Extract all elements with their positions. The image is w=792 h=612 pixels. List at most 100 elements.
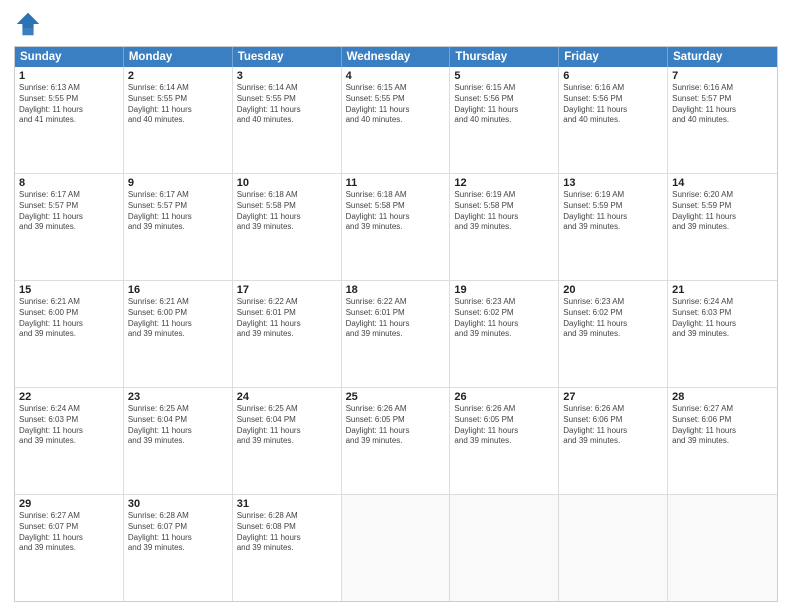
day-number: 29	[19, 498, 119, 510]
day-info: Sunrise: 6:26 AM Sunset: 6:06 PM Dayligh…	[563, 404, 663, 447]
day-info: Sunrise: 6:19 AM Sunset: 5:58 PM Dayligh…	[454, 190, 554, 233]
day-info: Sunrise: 6:17 AM Sunset: 5:57 PM Dayligh…	[128, 190, 228, 233]
empty-cell	[450, 495, 559, 601]
day-info: Sunrise: 6:22 AM Sunset: 6:01 PM Dayligh…	[346, 297, 446, 340]
day-number: 5	[454, 70, 554, 82]
day-number: 30	[128, 498, 228, 510]
day-number: 11	[346, 177, 446, 189]
day-number: 1	[19, 70, 119, 82]
day-number: 25	[346, 391, 446, 403]
day-number: 19	[454, 284, 554, 296]
day-number: 20	[563, 284, 663, 296]
calendar: SundayMondayTuesdayWednesdayThursdayFrid…	[14, 46, 778, 602]
weekday-header-monday: Monday	[124, 47, 233, 67]
day-number: 12	[454, 177, 554, 189]
day-cell-31: 31Sunrise: 6:28 AM Sunset: 6:08 PM Dayli…	[233, 495, 342, 601]
day-number: 23	[128, 391, 228, 403]
day-cell-4: 4Sunrise: 6:15 AM Sunset: 5:55 PM Daylig…	[342, 67, 451, 173]
day-number: 27	[563, 391, 663, 403]
day-info: Sunrise: 6:21 AM Sunset: 6:00 PM Dayligh…	[128, 297, 228, 340]
day-cell-18: 18Sunrise: 6:22 AM Sunset: 6:01 PM Dayli…	[342, 281, 451, 387]
day-number: 13	[563, 177, 663, 189]
day-cell-7: 7Sunrise: 6:16 AM Sunset: 5:57 PM Daylig…	[668, 67, 777, 173]
day-cell-9: 9Sunrise: 6:17 AM Sunset: 5:57 PM Daylig…	[124, 174, 233, 280]
day-cell-2: 2Sunrise: 6:14 AM Sunset: 5:55 PM Daylig…	[124, 67, 233, 173]
day-info: Sunrise: 6:23 AM Sunset: 6:02 PM Dayligh…	[563, 297, 663, 340]
day-info: Sunrise: 6:18 AM Sunset: 5:58 PM Dayligh…	[237, 190, 337, 233]
day-number: 22	[19, 391, 119, 403]
day-cell-3: 3Sunrise: 6:14 AM Sunset: 5:55 PM Daylig…	[233, 67, 342, 173]
day-info: Sunrise: 6:25 AM Sunset: 6:04 PM Dayligh…	[128, 404, 228, 447]
day-info: Sunrise: 6:14 AM Sunset: 5:55 PM Dayligh…	[237, 83, 337, 126]
day-cell-20: 20Sunrise: 6:23 AM Sunset: 6:02 PM Dayli…	[559, 281, 668, 387]
calendar-row-2: 8Sunrise: 6:17 AM Sunset: 5:57 PM Daylig…	[15, 173, 777, 280]
day-info: Sunrise: 6:15 AM Sunset: 5:55 PM Dayligh…	[346, 83, 446, 126]
day-cell-12: 12Sunrise: 6:19 AM Sunset: 5:58 PM Dayli…	[450, 174, 559, 280]
day-cell-14: 14Sunrise: 6:20 AM Sunset: 5:59 PM Dayli…	[668, 174, 777, 280]
day-cell-8: 8Sunrise: 6:17 AM Sunset: 5:57 PM Daylig…	[15, 174, 124, 280]
day-number: 3	[237, 70, 337, 82]
day-info: Sunrise: 6:17 AM Sunset: 5:57 PM Dayligh…	[19, 190, 119, 233]
day-info: Sunrise: 6:28 AM Sunset: 6:07 PM Dayligh…	[128, 511, 228, 554]
day-info: Sunrise: 6:27 AM Sunset: 6:07 PM Dayligh…	[19, 511, 119, 554]
day-cell-28: 28Sunrise: 6:27 AM Sunset: 6:06 PM Dayli…	[668, 388, 777, 494]
day-number: 24	[237, 391, 337, 403]
weekday-header-friday: Friday	[559, 47, 668, 67]
day-info: Sunrise: 6:23 AM Sunset: 6:02 PM Dayligh…	[454, 297, 554, 340]
day-info: Sunrise: 6:16 AM Sunset: 5:57 PM Dayligh…	[672, 83, 773, 126]
day-info: Sunrise: 6:20 AM Sunset: 5:59 PM Dayligh…	[672, 190, 773, 233]
day-info: Sunrise: 6:14 AM Sunset: 5:55 PM Dayligh…	[128, 83, 228, 126]
calendar-row-4: 22Sunrise: 6:24 AM Sunset: 6:03 PM Dayli…	[15, 387, 777, 494]
day-cell-30: 30Sunrise: 6:28 AM Sunset: 6:07 PM Dayli…	[124, 495, 233, 601]
day-number: 17	[237, 284, 337, 296]
day-info: Sunrise: 6:27 AM Sunset: 6:06 PM Dayligh…	[672, 404, 773, 447]
day-number: 4	[346, 70, 446, 82]
day-info: Sunrise: 6:24 AM Sunset: 6:03 PM Dayligh…	[672, 297, 773, 340]
day-number: 26	[454, 391, 554, 403]
day-number: 2	[128, 70, 228, 82]
day-cell-1: 1Sunrise: 6:13 AM Sunset: 5:55 PM Daylig…	[15, 67, 124, 173]
day-cell-17: 17Sunrise: 6:22 AM Sunset: 6:01 PM Dayli…	[233, 281, 342, 387]
day-cell-25: 25Sunrise: 6:26 AM Sunset: 6:05 PM Dayli…	[342, 388, 451, 494]
day-number: 21	[672, 284, 773, 296]
header	[14, 10, 778, 38]
weekday-header-tuesday: Tuesday	[233, 47, 342, 67]
empty-cell	[559, 495, 668, 601]
empty-cell	[342, 495, 451, 601]
day-info: Sunrise: 6:25 AM Sunset: 6:04 PM Dayligh…	[237, 404, 337, 447]
day-info: Sunrise: 6:26 AM Sunset: 6:05 PM Dayligh…	[346, 404, 446, 447]
day-cell-26: 26Sunrise: 6:26 AM Sunset: 6:05 PM Dayli…	[450, 388, 559, 494]
day-info: Sunrise: 6:19 AM Sunset: 5:59 PM Dayligh…	[563, 190, 663, 233]
day-info: Sunrise: 6:18 AM Sunset: 5:58 PM Dayligh…	[346, 190, 446, 233]
day-info: Sunrise: 6:22 AM Sunset: 6:01 PM Dayligh…	[237, 297, 337, 340]
day-cell-19: 19Sunrise: 6:23 AM Sunset: 6:02 PM Dayli…	[450, 281, 559, 387]
day-cell-22: 22Sunrise: 6:24 AM Sunset: 6:03 PM Dayli…	[15, 388, 124, 494]
day-number: 16	[128, 284, 228, 296]
logo-icon	[14, 10, 42, 38]
calendar-header: SundayMondayTuesdayWednesdayThursdayFrid…	[15, 47, 777, 67]
calendar-body: 1Sunrise: 6:13 AM Sunset: 5:55 PM Daylig…	[15, 67, 777, 601]
day-number: 31	[237, 498, 337, 510]
day-info: Sunrise: 6:21 AM Sunset: 6:00 PM Dayligh…	[19, 297, 119, 340]
day-cell-15: 15Sunrise: 6:21 AM Sunset: 6:00 PM Dayli…	[15, 281, 124, 387]
day-number: 28	[672, 391, 773, 403]
day-number: 6	[563, 70, 663, 82]
day-number: 7	[672, 70, 773, 82]
day-cell-5: 5Sunrise: 6:15 AM Sunset: 5:56 PM Daylig…	[450, 67, 559, 173]
day-cell-16: 16Sunrise: 6:21 AM Sunset: 6:00 PM Dayli…	[124, 281, 233, 387]
day-number: 10	[237, 177, 337, 189]
weekday-header-wednesday: Wednesday	[342, 47, 451, 67]
day-cell-29: 29Sunrise: 6:27 AM Sunset: 6:07 PM Dayli…	[15, 495, 124, 601]
day-cell-11: 11Sunrise: 6:18 AM Sunset: 5:58 PM Dayli…	[342, 174, 451, 280]
day-number: 15	[19, 284, 119, 296]
day-cell-13: 13Sunrise: 6:19 AM Sunset: 5:59 PM Dayli…	[559, 174, 668, 280]
day-number: 14	[672, 177, 773, 189]
day-number: 8	[19, 177, 119, 189]
day-number: 18	[346, 284, 446, 296]
weekday-header-saturday: Saturday	[668, 47, 777, 67]
page: SundayMondayTuesdayWednesdayThursdayFrid…	[0, 0, 792, 612]
calendar-row-5: 29Sunrise: 6:27 AM Sunset: 6:07 PM Dayli…	[15, 494, 777, 601]
weekday-header-sunday: Sunday	[15, 47, 124, 67]
day-cell-10: 10Sunrise: 6:18 AM Sunset: 5:58 PM Dayli…	[233, 174, 342, 280]
day-cell-21: 21Sunrise: 6:24 AM Sunset: 6:03 PM Dayli…	[668, 281, 777, 387]
